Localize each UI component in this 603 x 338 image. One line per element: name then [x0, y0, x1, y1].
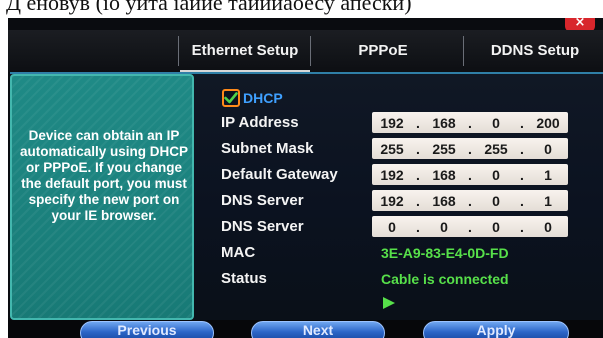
ip-address-label: IP Address — [221, 114, 299, 131]
tab-divider — [463, 36, 464, 66]
mac-value: 3E-A9-83-E4-0D-FD — [381, 245, 509, 261]
ip-octet[interactable]: 255 — [476, 141, 516, 157]
help-panel: Device can obtain an IP automatically us… — [10, 74, 194, 320]
apply-button[interactable]: Apply — [423, 321, 569, 338]
tab-ddns-setup[interactable]: DDNS Setup — [470, 30, 600, 72]
alternate-dns-server-label: DNS Server — [221, 218, 304, 235]
ip-octet[interactable]: 192 — [372, 115, 412, 131]
next-button[interactable]: Next — [251, 321, 385, 338]
button-bar: Previous Next Apply — [8, 320, 603, 338]
checkmark-icon — [224, 92, 238, 104]
default-gateway-field[interactable]: 192. 168. 0. 1 — [372, 164, 568, 185]
ip-octet[interactable]: 0 — [372, 219, 412, 235]
ip-octet[interactable]: 168 — [424, 167, 464, 183]
ip-address-field[interactable]: 192. 168. 0. 200 — [372, 112, 568, 133]
tab-divider — [178, 36, 179, 66]
tab-pppoe[interactable]: PPPoE — [318, 30, 448, 72]
dhcp-label: DHCP — [243, 90, 283, 106]
ip-octet[interactable]: 0 — [476, 219, 516, 235]
help-text: Device can obtain an IP automatically us… — [19, 128, 189, 223]
status-label: Status — [221, 270, 267, 287]
document-caption: Д еновув (іо уита іаиие таиииаоесу апеск… — [0, 0, 603, 18]
ip-octet[interactable]: 0 — [476, 115, 516, 131]
tab-bar: Ethernet Setup PPPoE DDNS Setup — [8, 30, 603, 72]
subnet-mask-label: Subnet Mask — [221, 140, 314, 157]
ip-octet[interactable]: 1 — [528, 167, 568, 183]
tab-ethernet-setup[interactable]: Ethernet Setup — [180, 30, 310, 72]
network-setup-screen: × Ethernet Setup PPPoE DDNS Setup Device… — [8, 18, 603, 338]
ip-octet[interactable]: 168 — [424, 115, 464, 131]
status-value: Cable is connected — [381, 271, 509, 287]
previous-button[interactable]: Previous — [80, 321, 214, 338]
mouse-cursor-icon — [383, 297, 395, 309]
dhcp-checkbox[interactable]: DHCP — [222, 88, 283, 108]
checkbox-box[interactable] — [222, 89, 240, 107]
dns-server-label: DNS Server — [221, 192, 304, 209]
ip-octet[interactable]: 0 — [476, 193, 516, 209]
ip-octet[interactable]: 0 — [528, 219, 568, 235]
mac-label: MAC — [221, 244, 256, 261]
dns-server-field[interactable]: 192. 168. 0. 1 — [372, 190, 568, 211]
ip-octet[interactable]: 255 — [372, 141, 412, 157]
ip-octet[interactable]: 255 — [424, 141, 464, 157]
ip-octet[interactable]: 192 — [372, 193, 412, 209]
ip-octet[interactable]: 0 — [476, 167, 516, 183]
alternate-dns-server-field[interactable]: 0. 0. 0. 0 — [372, 216, 568, 237]
default-gateway-label: Default Gateway — [221, 166, 338, 183]
ip-octet[interactable]: 192 — [372, 167, 412, 183]
ip-octet[interactable]: 168 — [424, 193, 464, 209]
ip-octet[interactable]: 0 — [528, 141, 568, 157]
ip-octet[interactable]: 200 — [528, 115, 568, 131]
ip-octet[interactable]: 1 — [528, 193, 568, 209]
ethernet-setup-panel: Device can obtain an IP automatically us… — [10, 72, 603, 320]
subnet-mask-field[interactable]: 255. 255. 255. 0 — [372, 138, 568, 159]
ip-octet[interactable]: 0 — [424, 219, 464, 235]
tab-divider — [310, 36, 311, 66]
